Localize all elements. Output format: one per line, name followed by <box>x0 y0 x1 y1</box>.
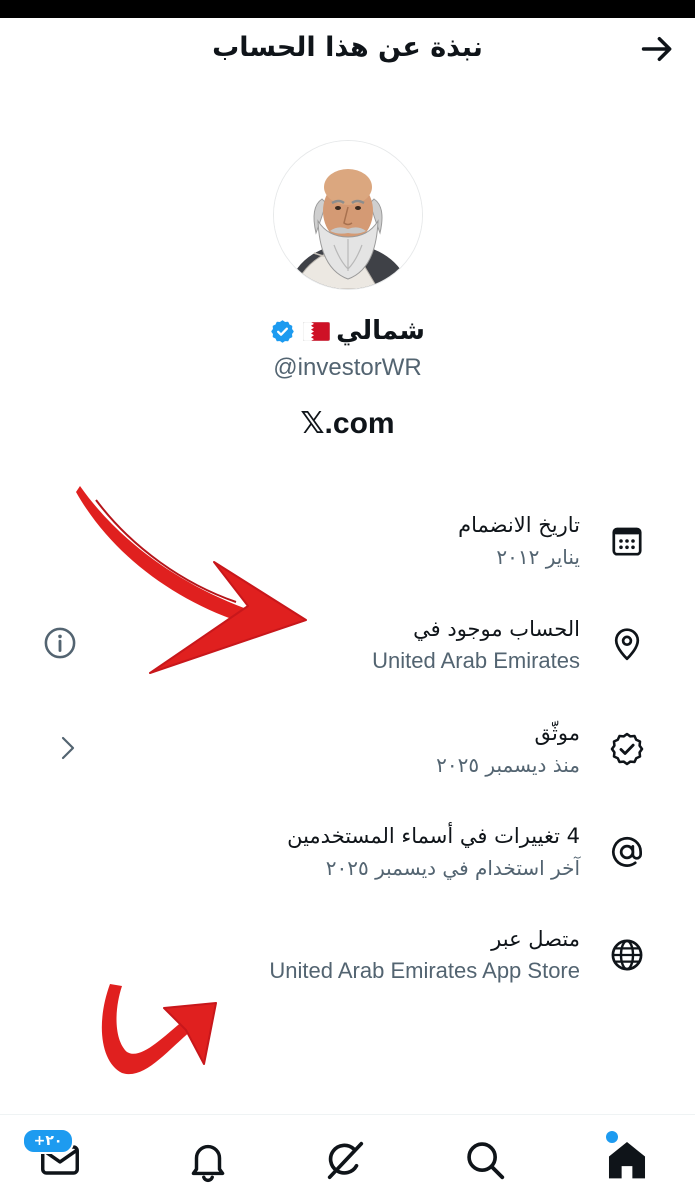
verified-outline-icon-graphic <box>610 732 644 766</box>
home-active-indicator <box>606 1131 618 1143</box>
verified-outline-icon <box>609 731 645 767</box>
home-icon[interactable] <box>604 1137 650 1183</box>
at-sign-icon <box>609 834 645 870</box>
back-arrow-icon[interactable] <box>638 30 676 68</box>
bahrain-flag-icon <box>303 321 331 341</box>
bell-icon[interactable] <box>185 1137 231 1183</box>
nav-notifications[interactable] <box>185 1137 231 1183</box>
detail-text: الحساب موجود في United Arab Emirates <box>60 612 580 676</box>
detail-title-username-changes: 4 تغييرات في أسماء المستخدمين <box>287 824 580 848</box>
grok-icon[interactable] <box>322 1137 368 1183</box>
detail-value-location: United Arab Emirates <box>372 648 580 673</box>
website-link[interactable]: 𝕏.com <box>0 404 695 444</box>
display-name: شمالي <box>336 316 425 346</box>
detail-text: موثّق منذ ديسمبر ٢٠٢٥ <box>60 716 580 780</box>
bahrain-flag-icon-graphic <box>303 321 331 341</box>
nav-grok[interactable] <box>322 1137 368 1183</box>
detail-text: 4 تغييرات في أسماء المستخدمين آخر استخدا… <box>60 819 580 883</box>
detail-value-username-changes: آخر استخدام في ديسمبر ٢٠٢٥ <box>325 856 580 880</box>
detail-title-join-date: تاريخ الانضمام <box>458 513 580 537</box>
location-pin-icon <box>609 627 645 663</box>
detail-value-verified: منذ ديسمبر ٢٠٢٥ <box>436 753 580 777</box>
socrates-avatar-image <box>274 141 422 289</box>
nav-home[interactable] <box>604 1137 650 1183</box>
detail-text: متصل عبر United Arab Emirates App Store <box>60 922 580 986</box>
detail-title-location: الحساب موجود في <box>413 617 580 641</box>
globe-icon <box>609 937 645 973</box>
detail-row-verified[interactable]: موثّق منذ ديسمبر ٢٠٢٥ <box>0 716 695 800</box>
verified-badge-icon[interactable] <box>270 319 295 344</box>
verified-badge-icon-graphic[interactable] <box>270 319 295 344</box>
bottom-nav-divider <box>0 1114 695 1115</box>
messages-badge: +٢٠ <box>22 1128 74 1154</box>
detail-row-username-changes: 4 تغييرات في أسماء المستخدمين آخر استخدا… <box>0 819 695 903</box>
status-bar <box>0 0 695 18</box>
detail-text: تاريخ الانضمام يناير ٢٠١٢ <box>60 508 580 572</box>
at-sign-icon-graphic <box>612 836 643 867</box>
detail-row-connected-via: متصل عبر United Arab Emirates App Store <box>0 922 695 1006</box>
avatar[interactable] <box>274 141 422 289</box>
detail-value-join-date: يناير ٢٠١٢ <box>496 545 580 569</box>
name-row: شمالي <box>0 312 695 350</box>
detail-row-location: الحساب موجود في United Arab Emirates <box>0 612 695 696</box>
detail-value-connected-via: United Arab Emirates App Store <box>269 958 580 983</box>
location-pin-icon-graphic <box>614 628 640 661</box>
calendar-icon <box>609 523 645 559</box>
calendar-icon-graphic <box>612 527 642 556</box>
detail-title-connected-via: متصل عبر <box>491 927 580 951</box>
arrow-right-icon[interactable] <box>638 30 676 68</box>
detail-title-verified: موثّق <box>534 721 580 745</box>
nav-search[interactable] <box>462 1137 508 1183</box>
detail-row-join-date: تاريخ الانضمام يناير ٢٠١٢ <box>0 508 695 592</box>
page-title: نبذة عن هذا الحساب <box>212 32 483 63</box>
search-icon[interactable] <box>462 1137 508 1183</box>
globe-icon-graphic <box>611 939 643 971</box>
user-handle: @investorWR <box>273 354 422 381</box>
